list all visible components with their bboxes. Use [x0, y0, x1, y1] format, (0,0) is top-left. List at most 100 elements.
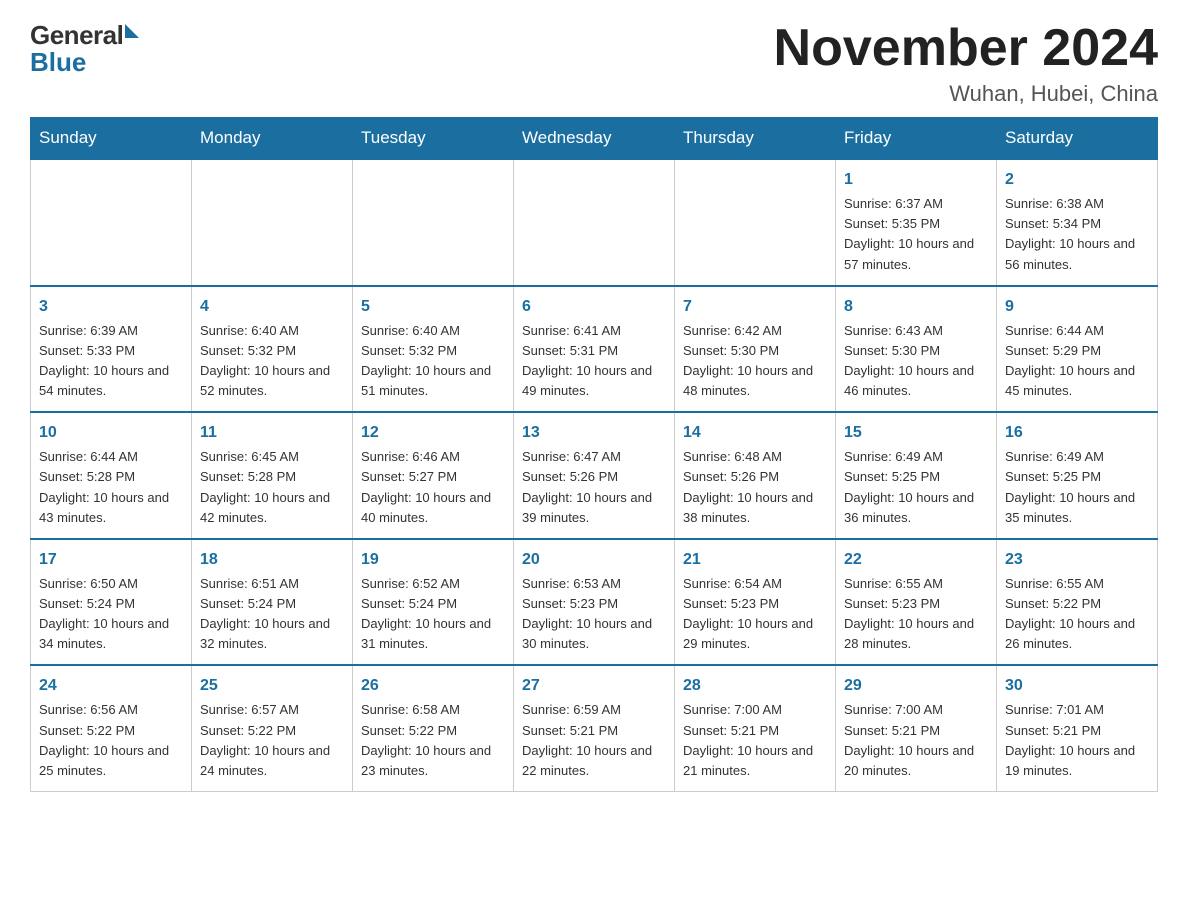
day-info: Sunrise: 6:49 AMSunset: 5:25 PMDaylight:…	[844, 447, 988, 528]
day-cell: 10Sunrise: 6:44 AMSunset: 5:28 PMDayligh…	[31, 412, 192, 539]
week-row-3: 10Sunrise: 6:44 AMSunset: 5:28 PMDayligh…	[31, 412, 1158, 539]
day-number: 6	[522, 295, 666, 319]
day-number: 12	[361, 421, 505, 445]
day-number: 24	[39, 674, 183, 698]
day-number: 25	[200, 674, 344, 698]
day-number: 18	[200, 548, 344, 572]
day-info: Sunrise: 6:42 AMSunset: 5:30 PMDaylight:…	[683, 321, 827, 402]
day-number: 23	[1005, 548, 1149, 572]
logo: General Blue	[30, 20, 139, 78]
day-header-friday: Friday	[836, 118, 997, 160]
week-row-5: 24Sunrise: 6:56 AMSunset: 5:22 PMDayligh…	[31, 665, 1158, 791]
day-info: Sunrise: 6:37 AMSunset: 5:35 PMDaylight:…	[844, 194, 988, 275]
day-number: 28	[683, 674, 827, 698]
day-info: Sunrise: 7:00 AMSunset: 5:21 PMDaylight:…	[844, 700, 988, 781]
day-cell: 24Sunrise: 6:56 AMSunset: 5:22 PMDayligh…	[31, 665, 192, 791]
day-cell: 15Sunrise: 6:49 AMSunset: 5:25 PMDayligh…	[836, 412, 997, 539]
day-info: Sunrise: 6:59 AMSunset: 5:21 PMDaylight:…	[522, 700, 666, 781]
day-info: Sunrise: 6:49 AMSunset: 5:25 PMDaylight:…	[1005, 447, 1149, 528]
day-number: 21	[683, 548, 827, 572]
day-cell: 26Sunrise: 6:58 AMSunset: 5:22 PMDayligh…	[353, 665, 514, 791]
day-cell: 21Sunrise: 6:54 AMSunset: 5:23 PMDayligh…	[675, 539, 836, 666]
day-cell: 13Sunrise: 6:47 AMSunset: 5:26 PMDayligh…	[514, 412, 675, 539]
day-cell: 20Sunrise: 6:53 AMSunset: 5:23 PMDayligh…	[514, 539, 675, 666]
day-cell: 23Sunrise: 6:55 AMSunset: 5:22 PMDayligh…	[997, 539, 1158, 666]
day-info: Sunrise: 6:58 AMSunset: 5:22 PMDaylight:…	[361, 700, 505, 781]
day-cell	[514, 159, 675, 286]
day-cell: 7Sunrise: 6:42 AMSunset: 5:30 PMDaylight…	[675, 286, 836, 413]
day-info: Sunrise: 6:46 AMSunset: 5:27 PMDaylight:…	[361, 447, 505, 528]
day-cell: 25Sunrise: 6:57 AMSunset: 5:22 PMDayligh…	[192, 665, 353, 791]
day-cell: 1Sunrise: 6:37 AMSunset: 5:35 PMDaylight…	[836, 159, 997, 286]
calendar-title: November 2024	[774, 20, 1158, 77]
day-info: Sunrise: 6:41 AMSunset: 5:31 PMDaylight:…	[522, 321, 666, 402]
day-number: 1	[844, 168, 988, 192]
calendar-subtitle: Wuhan, Hubei, China	[774, 81, 1158, 107]
day-info: Sunrise: 6:54 AMSunset: 5:23 PMDaylight:…	[683, 574, 827, 655]
days-of-week-row: SundayMondayTuesdayWednesdayThursdayFrid…	[31, 118, 1158, 160]
day-header-saturday: Saturday	[997, 118, 1158, 160]
day-info: Sunrise: 6:39 AMSunset: 5:33 PMDaylight:…	[39, 321, 183, 402]
day-number: 17	[39, 548, 183, 572]
day-number: 20	[522, 548, 666, 572]
day-cell: 22Sunrise: 6:55 AMSunset: 5:23 PMDayligh…	[836, 539, 997, 666]
day-number: 30	[1005, 674, 1149, 698]
day-number: 14	[683, 421, 827, 445]
day-number: 2	[1005, 168, 1149, 192]
day-info: Sunrise: 6:44 AMSunset: 5:28 PMDaylight:…	[39, 447, 183, 528]
day-number: 11	[200, 421, 344, 445]
day-cell: 6Sunrise: 6:41 AMSunset: 5:31 PMDaylight…	[514, 286, 675, 413]
logo-blue-text: Blue	[30, 47, 86, 78]
day-cell: 4Sunrise: 6:40 AMSunset: 5:32 PMDaylight…	[192, 286, 353, 413]
week-row-4: 17Sunrise: 6:50 AMSunset: 5:24 PMDayligh…	[31, 539, 1158, 666]
day-info: Sunrise: 6:43 AMSunset: 5:30 PMDaylight:…	[844, 321, 988, 402]
day-cell: 5Sunrise: 6:40 AMSunset: 5:32 PMDaylight…	[353, 286, 514, 413]
day-cell: 8Sunrise: 6:43 AMSunset: 5:30 PMDaylight…	[836, 286, 997, 413]
day-number: 22	[844, 548, 988, 572]
day-info: Sunrise: 6:50 AMSunset: 5:24 PMDaylight:…	[39, 574, 183, 655]
day-cell: 30Sunrise: 7:01 AMSunset: 5:21 PMDayligh…	[997, 665, 1158, 791]
day-info: Sunrise: 6:45 AMSunset: 5:28 PMDaylight:…	[200, 447, 344, 528]
day-cell: 27Sunrise: 6:59 AMSunset: 5:21 PMDayligh…	[514, 665, 675, 791]
day-number: 9	[1005, 295, 1149, 319]
day-number: 5	[361, 295, 505, 319]
day-info: Sunrise: 6:55 AMSunset: 5:22 PMDaylight:…	[1005, 574, 1149, 655]
day-number: 15	[844, 421, 988, 445]
day-cell: 9Sunrise: 6:44 AMSunset: 5:29 PMDaylight…	[997, 286, 1158, 413]
day-info: Sunrise: 7:01 AMSunset: 5:21 PMDaylight:…	[1005, 700, 1149, 781]
day-cell	[675, 159, 836, 286]
day-info: Sunrise: 6:51 AMSunset: 5:24 PMDaylight:…	[200, 574, 344, 655]
day-info: Sunrise: 6:44 AMSunset: 5:29 PMDaylight:…	[1005, 321, 1149, 402]
day-header-thursday: Thursday	[675, 118, 836, 160]
day-cell: 14Sunrise: 6:48 AMSunset: 5:26 PMDayligh…	[675, 412, 836, 539]
title-area: November 2024 Wuhan, Hubei, China	[774, 20, 1158, 107]
day-number: 3	[39, 295, 183, 319]
day-number: 13	[522, 421, 666, 445]
day-cell	[353, 159, 514, 286]
calendar-table: SundayMondayTuesdayWednesdayThursdayFrid…	[30, 117, 1158, 792]
calendar-body: 1Sunrise: 6:37 AMSunset: 5:35 PMDaylight…	[31, 159, 1158, 791]
day-header-monday: Monday	[192, 118, 353, 160]
day-cell	[31, 159, 192, 286]
day-header-wednesday: Wednesday	[514, 118, 675, 160]
week-row-2: 3Sunrise: 6:39 AMSunset: 5:33 PMDaylight…	[31, 286, 1158, 413]
day-cell: 16Sunrise: 6:49 AMSunset: 5:25 PMDayligh…	[997, 412, 1158, 539]
week-row-1: 1Sunrise: 6:37 AMSunset: 5:35 PMDaylight…	[31, 159, 1158, 286]
day-info: Sunrise: 6:38 AMSunset: 5:34 PMDaylight:…	[1005, 194, 1149, 275]
day-number: 29	[844, 674, 988, 698]
day-info: Sunrise: 6:40 AMSunset: 5:32 PMDaylight:…	[200, 321, 344, 402]
day-number: 4	[200, 295, 344, 319]
day-cell: 2Sunrise: 6:38 AMSunset: 5:34 PMDaylight…	[997, 159, 1158, 286]
day-cell: 28Sunrise: 7:00 AMSunset: 5:21 PMDayligh…	[675, 665, 836, 791]
day-number: 16	[1005, 421, 1149, 445]
day-header-tuesday: Tuesday	[353, 118, 514, 160]
day-cell: 19Sunrise: 6:52 AMSunset: 5:24 PMDayligh…	[353, 539, 514, 666]
day-info: Sunrise: 6:53 AMSunset: 5:23 PMDaylight:…	[522, 574, 666, 655]
logo-triangle-icon	[125, 24, 139, 38]
day-info: Sunrise: 6:48 AMSunset: 5:26 PMDaylight:…	[683, 447, 827, 528]
day-info: Sunrise: 6:55 AMSunset: 5:23 PMDaylight:…	[844, 574, 988, 655]
day-info: Sunrise: 7:00 AMSunset: 5:21 PMDaylight:…	[683, 700, 827, 781]
calendar-header: SundayMondayTuesdayWednesdayThursdayFrid…	[31, 118, 1158, 160]
header: General Blue November 2024 Wuhan, Hubei,…	[30, 20, 1158, 107]
day-number: 19	[361, 548, 505, 572]
